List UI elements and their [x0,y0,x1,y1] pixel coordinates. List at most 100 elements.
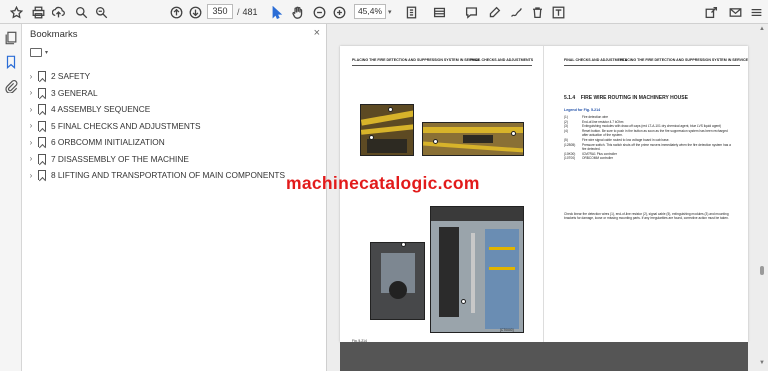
section-heading: 5.1.4 FIRE WIRE ROUTING IN MACHINERY HOU… [564,95,688,101]
bookmark-label[interactable]: 8 LIFTING AND TRANSPORTATION OF MAIN COM… [51,170,285,180]
chevron-right-icon[interactable]: › [26,154,36,163]
legend-text: ORBCOMM controller [582,156,613,161]
pointer-icon[interactable] [268,4,284,20]
figure-photo-cylinders [360,104,414,156]
callout-marker [433,139,438,144]
bookmark-label[interactable]: 6 ORBCOMM INITIALIZATION [51,137,165,147]
bookmark-icon [38,104,46,115]
bookmark-options-menu[interactable]: ▾ [30,48,48,57]
bookmark-item[interactable]: › 3 GENERAL [26,85,322,102]
scroll-up-icon[interactable]: ▲ [758,26,766,32]
chevron-right-icon[interactable]: › [26,88,36,97]
legend-key: (12B05) [564,142,576,147]
zoom-out-icon[interactable] [311,4,327,20]
legend-text: Reset button. Be sure to push in the but… [582,128,728,138]
bookmark-list: › 2 SAFETY › 3 GENERAL › 4 ASSEMBLY SEQUENC… [26,68,322,184]
bookmark-icon [38,170,46,181]
page-separator: / [237,6,240,17]
text-icon[interactable] [550,4,566,20]
print-icon[interactable] [30,4,46,20]
attachments-icon[interactable] [4,79,18,94]
scroll-down-icon[interactable]: ▼ [758,360,766,366]
bookmarks-panel: Bookmarks × ▾ › 2 SAFETY › 3 GENERAL › 4 AS… [22,24,327,371]
page-header-left: PLACING THE FIRE DETECTION AND SUPPRESSI… [352,58,480,62]
figure-photo-wiring [422,122,524,156]
options-icon[interactable] [30,48,42,57]
bookmark-label[interactable]: 4 ASSEMBLY SEQUENCE [51,104,150,114]
chevron-down-icon[interactable]: ▾ [388,8,392,16]
callout-marker [511,131,516,136]
document-viewer[interactable]: PLACING THE FIRE DETECTION AND SUPPRESSI… [327,24,768,371]
callout-marker [388,107,393,112]
upload-icon[interactable] [50,4,66,20]
callout-marker [461,299,466,304]
bookmark-item[interactable]: › 5 FINAL CHECKS AND ADJUSTMENTS [26,118,322,135]
total-pages: 481 [242,6,258,17]
scroll-mode-icon[interactable] [431,4,447,20]
document-spread: PLACING THE FIRE DETECTION AND SUPPRESSI… [340,46,748,354]
bookmark-item[interactable]: › 6 ORBCOMM INITIALIZATION [26,134,322,151]
bookmark-item[interactable]: › 4 ASSEMBLY SEQUENCE [26,101,322,118]
bookmark-item[interactable]: › 8 LIFTING AND TRANSPORTATION OF MAIN CO… [26,167,322,184]
zoom-in-icon[interactable] [331,4,347,20]
chevron-right-icon[interactable]: › [26,138,36,147]
legend-key: (10T00) [564,156,576,161]
highlight-icon[interactable] [486,4,502,20]
share-icon[interactable] [703,4,719,20]
bookmark-icon [38,71,46,82]
bookmark-label[interactable]: 7 DISASSEMBLY OF THE MACHINE [51,154,189,164]
page-348: PLACING THE FIRE DETECTION AND SUPPRESSI… [340,46,544,354]
figure-photo-cabinet [430,206,524,333]
body-paragraph: Check linear fire detection wires (1), e… [564,212,729,221]
page-down-icon[interactable] [187,4,203,20]
header-rule [564,65,740,66]
page-349: FINAL CHECKS AND ADJUSTMENTS PLACING THE… [544,46,748,354]
close-icon[interactable]: × [314,27,320,39]
copy-pages-icon[interactable] [4,31,18,45]
zoom-selector[interactable]: 45,4% ▾ [354,4,392,19]
navigation-rail [0,24,22,371]
hand-icon[interactable] [289,4,305,20]
panel-title: Bookmarks [30,29,78,40]
bookmark-label[interactable]: 5 FINAL CHECKS AND ADJUSTMENTS [51,121,201,131]
bookmark-icon [38,120,46,131]
draw-icon[interactable] [508,4,524,20]
bookmark-item[interactable]: › 2 SAFETY [26,68,322,85]
page-up-icon[interactable] [168,4,184,20]
callout-marker [401,243,406,247]
legend-row: (4) Reset button. Be sure to push in the … [564,129,734,138]
search-icon[interactable] [93,4,109,20]
section-number: 5.1.4 [564,95,576,101]
delete-icon[interactable] [529,4,545,20]
legend-key: (4) [564,128,568,133]
fit-page-icon[interactable] [403,4,419,20]
chevron-down-icon[interactable]: ▾ [45,49,48,56]
bookmark-star-icon[interactable] [8,4,24,20]
page-header-right: FINAL CHECKS AND ADJUSTMENTS [470,58,534,62]
email-icon[interactable] [727,4,743,20]
next-page-preview [340,342,748,371]
bookmark-label[interactable]: 2 SAFETY [51,71,90,81]
page-header-left: FINAL CHECKS AND ADJUSTMENTS [564,58,628,62]
zoom-value[interactable]: 45,4% [354,4,386,19]
bookmark-item[interactable]: › 7 DISASSEMBLY OF THE MACHINE [26,151,322,168]
chevron-right-icon[interactable]: › [26,121,36,130]
figure-photo-reset-module [370,242,425,320]
search-icon[interactable] [73,4,89,20]
comment-icon[interactable] [463,4,479,20]
scroll-thumb[interactable] [760,266,764,275]
current-page-input[interactable]: 350 [207,4,233,19]
legend-title: Legend for Fig. 5-214 [564,108,601,112]
more-icon[interactable] [748,4,764,20]
bookmark-label[interactable]: 3 GENERAL [51,88,98,98]
legend-row: (12B05) Pressure switch. This switch shut… [564,143,734,152]
vertical-scrollbar[interactable]: ▲ ▼ [758,24,766,371]
bookmarks-icon[interactable] [4,55,18,70]
bookmark-icon [38,153,46,164]
chevron-right-icon[interactable]: › [26,171,36,180]
header-rule [352,65,532,66]
chevron-right-icon[interactable]: › [26,72,36,81]
chevron-right-icon[interactable]: › [26,105,36,114]
legend-list: (1) Fire detection wire (2) End-of-line re… [564,115,734,161]
toolbar: 350 / 481 45,4% ▾ [0,0,768,24]
